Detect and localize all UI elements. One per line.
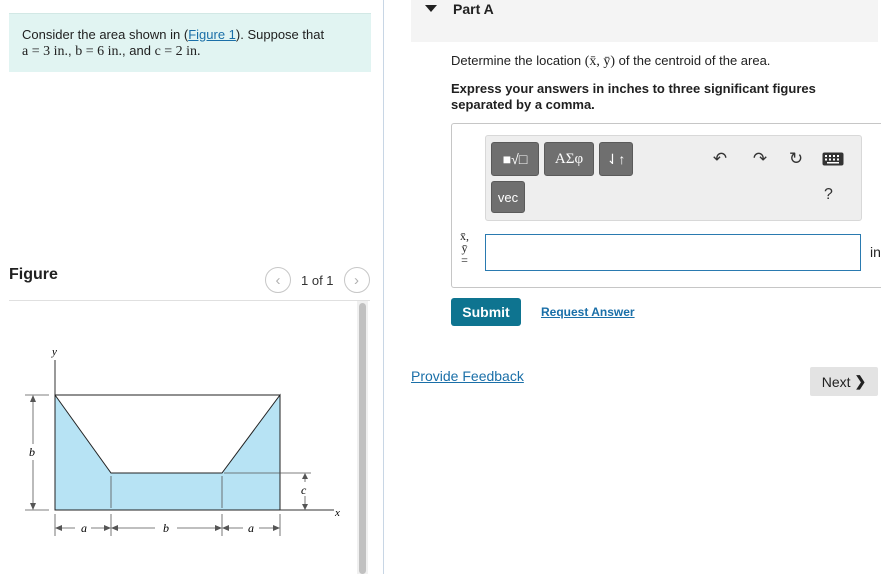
instruction-bold: Express your answers in inches to three … <box>451 81 816 112</box>
problem-statement: Consider the area shown in (Figure 1). S… <box>9 13 371 72</box>
figure-scrollbar[interactable] <box>357 301 368 574</box>
next-button[interactable]: Next ❯ <box>810 367 878 396</box>
a-dimension-left: a <box>81 521 87 535</box>
figure-counter: 1 of 1 <box>301 272 334 288</box>
collapse-caret-icon[interactable] <box>425 5 437 12</box>
part-title: Part A <box>453 1 494 17</box>
centroid-coords: (x̄, ȳ) <box>584 54 616 69</box>
b-dimension-bottom: b <box>163 521 169 535</box>
figure-link[interactable]: Figure 1 <box>188 27 236 42</box>
instruction: Determine the location (x̄, ȳ) of the ce… <box>451 53 861 70</box>
redo-icon[interactable]: ↷ <box>749 148 771 170</box>
templates-icon: ■√□ <box>502 151 528 167</box>
c-dimension: c <box>301 483 307 497</box>
help-button[interactable]: ? <box>824 186 833 204</box>
vec-label: vec <box>497 189 519 205</box>
math-toolbar: ■√□ ΑΣφ ⇃↑ vec ↶ ↷ ↻ ? <box>485 135 862 221</box>
equals-label: = <box>461 253 468 267</box>
greek-icon: ΑΣφ <box>554 150 584 167</box>
answer-area: ■√□ ΑΣφ ⇃↑ vec ↶ ↷ ↻ ? x̄, ȳ = in <box>451 123 881 288</box>
templates-button[interactable]: ■√□ <box>491 142 539 176</box>
keyboard-icon[interactable] <box>821 148 845 170</box>
b-value: b = 6 in. <box>75 44 123 59</box>
problem-intro: Consider the area shown in ( <box>22 27 189 42</box>
b-dimension-left: b <box>29 445 35 459</box>
figure-title: Figure <box>9 266 58 283</box>
instruction-suffix: of the centroid of the area. <box>618 53 771 68</box>
problem-mid: ). Suppose that <box>235 27 325 42</box>
figure-navigation: ‹ 1 of 1 › <box>265 267 370 293</box>
centroid-figure: y x b c a b a <box>25 346 340 536</box>
scrollbar-thumb[interactable] <box>359 303 366 574</box>
next-figure-button[interactable]: › <box>343 267 370 293</box>
area-shape <box>54 393 281 511</box>
prev-figure-button[interactable]: ‹ <box>265 267 291 293</box>
a-dimension-right: a <box>248 521 254 535</box>
chevron-right-icon: › <box>354 271 360 289</box>
x-axis-label: x <box>334 507 340 519</box>
a-value: a = 3 in. <box>22 44 68 59</box>
next-label: Next <box>821 373 851 390</box>
right-panel: Part A Determine the location (x̄, ȳ) of… <box>385 0 881 574</box>
left-panel: Consider the area shown in (Figure 1). S… <box>0 0 384 574</box>
subscript-superscript-button[interactable]: ⇃↑ <box>599 142 633 176</box>
divider <box>9 300 370 301</box>
vector-button[interactable]: vec <box>491 181 525 213</box>
answer-label: x̄, ȳ = <box>460 230 469 266</box>
submit-button[interactable]: Submit <box>451 298 521 326</box>
greek-symbols-button[interactable]: ΑΣφ <box>544 142 594 176</box>
chevron-right-icon: ❯ <box>854 373 867 389</box>
reset-icon[interactable]: ↻ <box>785 148 807 170</box>
instruction-prefix: Determine the location <box>451 53 582 68</box>
provide-feedback-link[interactable]: Provide Feedback <box>411 368 524 384</box>
part-header[interactable]: Part A <box>411 0 878 42</box>
arrows-icon: ⇃↑ <box>606 150 626 167</box>
request-answer-link[interactable]: Request Answer <box>541 305 635 319</box>
units-label: in <box>870 244 881 260</box>
chevron-left-icon: ‹ <box>275 271 281 289</box>
c-value: c = 2 in. <box>154 44 201 59</box>
answer-input[interactable] <box>485 234 861 271</box>
undo-icon[interactable]: ↶ <box>709 148 731 170</box>
y-axis-label: y <box>51 346 57 358</box>
